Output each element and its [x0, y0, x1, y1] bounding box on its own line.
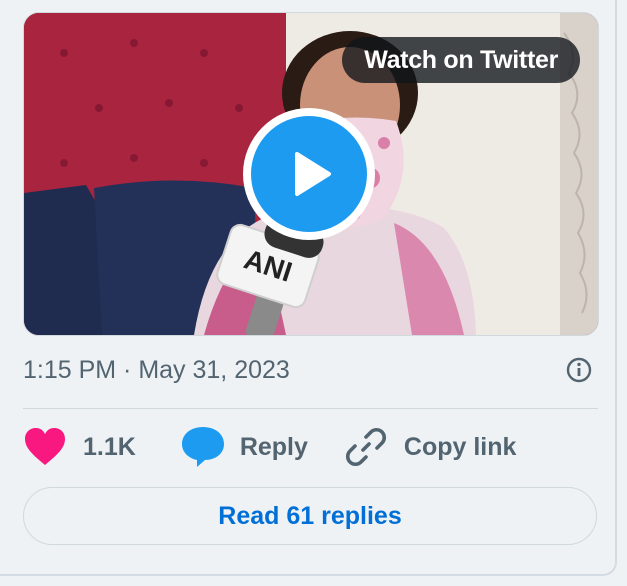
- copy-link-button[interactable]: Copy link: [344, 425, 517, 469]
- read-replies-button[interactable]: Read 61 replies: [23, 487, 597, 545]
- play-button[interactable]: [243, 108, 375, 240]
- info-icon[interactable]: [565, 356, 593, 384]
- reply-button[interactable]: Reply: [180, 425, 308, 469]
- like-count: 1.1K: [83, 432, 136, 461]
- speech-bubble-icon: [181, 427, 224, 467]
- video-thumbnail[interactable]: ANI Watch on Twitter: [23, 12, 599, 336]
- tweet-card: ANI Watch on Twitter 1:15 PM · May 31, 2…: [0, 0, 617, 576]
- link-icon: [345, 427, 386, 467]
- copy-link-label: Copy link: [403, 432, 517, 461]
- reply-label: Reply: [239, 432, 308, 461]
- like-button[interactable]: 1.1K: [23, 427, 136, 467]
- play-icon: [295, 152, 331, 196]
- watch-on-twitter-button[interactable]: Watch on Twitter: [342, 37, 580, 83]
- divider: [23, 408, 598, 409]
- heart-icon: [25, 428, 65, 465]
- tweet-actions: 1.1K Reply Copy link: [23, 424, 516, 470]
- tweet-timestamp[interactable]: 1:15 PM · May 31, 2023: [23, 356, 290, 385]
- tweet-meta: 1:15 PM · May 31, 2023: [23, 352, 593, 388]
